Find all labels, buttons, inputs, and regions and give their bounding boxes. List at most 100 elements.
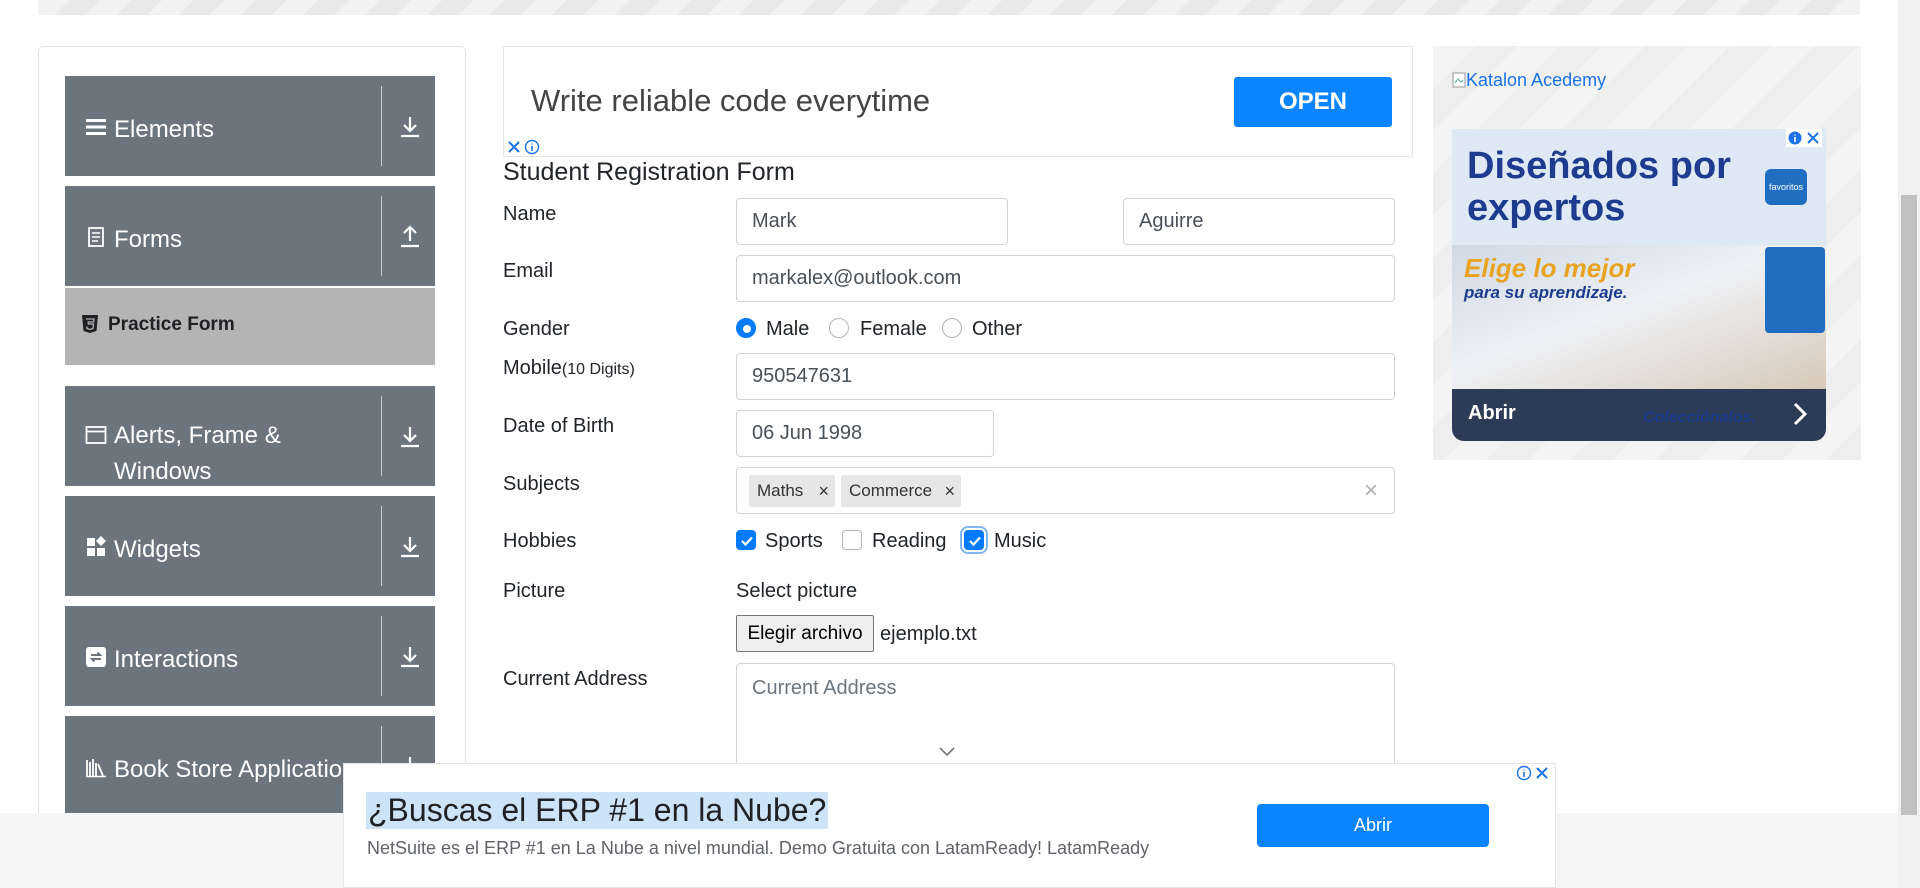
- ad-headline: Write reliable code everytime: [531, 83, 931, 118]
- subject-chip: Maths ×: [749, 475, 835, 507]
- chevron-down-icon: [937, 744, 957, 758]
- sidebar-item-practice-form[interactable]: Practice Form: [65, 288, 435, 365]
- upload-arrow-icon[interactable]: [395, 222, 425, 252]
- ad-choices[interactable]: [1515, 764, 1551, 782]
- remove-chip-icon[interactable]: ×: [944, 475, 955, 507]
- sidebar-group-elements[interactable]: Elements: [65, 76, 435, 176]
- download-arrow-icon[interactable]: [395, 642, 425, 672]
- window-icon: [85, 424, 107, 446]
- scrollbar-thumb[interactable]: [1901, 195, 1917, 815]
- ad-description: NetSuite es el ERP #1 en La Nube a nivel…: [367, 838, 1150, 858]
- hobby-music-label[interactable]: Music: [994, 530, 1046, 553]
- subject-chip: Commerce ×: [841, 475, 961, 507]
- bottom-ad-banner[interactable]: ¿Buscas el ERP #1 en la Nube? NetSuite e…: [343, 763, 1556, 888]
- widgets-icon: [85, 536, 107, 558]
- top-ad-banner[interactable]: Write reliable code everytime OPEN: [503, 46, 1413, 157]
- info-icon[interactable]: [1787, 130, 1803, 146]
- divider: [381, 396, 382, 476]
- email-label: Email: [503, 260, 554, 282]
- chevron-right-icon[interactable]: [1792, 401, 1808, 427]
- subjects-label: Subjects: [503, 473, 580, 495]
- gender-male-label[interactable]: Male: [766, 318, 809, 341]
- ad-cta-bar[interactable]: Abrir Colecciónalos.: [1452, 389, 1826, 441]
- mobile-label-text: Mobile: [503, 357, 562, 379]
- email-input[interactable]: markalex@outlook.com: [736, 255, 1395, 302]
- subject-chip-label: Commerce: [849, 481, 933, 500]
- ad-choices[interactable]: [505, 138, 541, 156]
- mobile-label: Mobile(10 Digits): [503, 357, 635, 380]
- hamburger-icon: [85, 116, 107, 138]
- ad-headline[interactable]: ¿Buscas el ERP #1 en la Nube?: [366, 792, 829, 829]
- subject-chip-label: Maths: [757, 481, 804, 500]
- dob-label: Date of Birth: [503, 415, 615, 437]
- books-icon: [85, 756, 107, 778]
- divider: [381, 196, 382, 276]
- favoritos-logo: favoritos: [1765, 169, 1807, 205]
- katalon-alt-text: Katalon Acedemy: [1466, 70, 1607, 90]
- current-address-label: Current Address: [503, 668, 648, 690]
- sidebar-group-label: Book Store Application: [114, 756, 356, 783]
- ad-subtitle-2: para su aprendizaje.: [1464, 283, 1628, 302]
- divider: [381, 506, 382, 586]
- hobby-music-checkbox[interactable]: [964, 530, 984, 550]
- top-banner: [38, 0, 1860, 15]
- sidebar-group-label: Elements: [114, 116, 215, 143]
- gender-female-label[interactable]: Female: [860, 318, 927, 341]
- sidebar-group-label: Forms: [114, 226, 182, 253]
- gender-label: Gender: [503, 318, 570, 340]
- download-arrow-icon[interactable]: [395, 422, 425, 452]
- last-name-input[interactable]: Aguirre: [1123, 198, 1395, 245]
- sidebar-group-widgets[interactable]: Widgets: [65, 496, 435, 596]
- ad-open-button[interactable]: OPEN: [1234, 77, 1392, 127]
- broken-image-icon: [1452, 72, 1466, 88]
- divider: [381, 86, 382, 166]
- hobby-sports-label[interactable]: Sports: [765, 530, 823, 553]
- mobile-input[interactable]: 950547631: [736, 353, 1395, 400]
- html5-icon: [81, 314, 99, 334]
- hobby-reading-checkbox[interactable]: [842, 530, 862, 550]
- gender-other-radio[interactable]: [942, 318, 962, 338]
- gender-other-label[interactable]: Other: [972, 318, 1022, 341]
- interactions-icon: [85, 646, 107, 668]
- katalon-academy-image[interactable]: Katalon Acedemy: [1452, 70, 1606, 91]
- gender-female-radio[interactable]: [829, 318, 849, 338]
- choose-file-button[interactable]: Elegir archivo: [736, 615, 874, 652]
- name-label: Name: [503, 203, 557, 225]
- sidebar-group-interactions[interactable]: Interactions: [65, 606, 435, 706]
- document-icon: [85, 226, 107, 248]
- ad-open-label[interactable]: Abrir: [1468, 402, 1516, 425]
- download-arrow-icon[interactable]: [395, 532, 425, 562]
- ad-title-line1: Diseñados por: [1467, 145, 1731, 187]
- close-icon[interactable]: [1805, 130, 1821, 146]
- close-icon[interactable]: [506, 139, 522, 155]
- sidebar-group-alerts[interactable]: Alerts, Frame & Windows: [65, 386, 435, 486]
- sidebar-item-label: Practice Form: [108, 314, 235, 335]
- mobile-hint: (10 Digits): [561, 361, 635, 378]
- subjects-input[interactable]: Maths × Commerce × ×: [736, 467, 1395, 514]
- ad-open-button[interactable]: Abrir: [1257, 804, 1489, 847]
- clear-icon[interactable]: ×: [1364, 468, 1378, 513]
- picture-label: Picture: [503, 580, 566, 602]
- hobby-reading-label[interactable]: Reading: [872, 530, 947, 553]
- info-icon[interactable]: [524, 139, 540, 155]
- info-icon[interactable]: [1516, 765, 1532, 781]
- ad-title-line2: expertos: [1467, 187, 1626, 229]
- first-name-input[interactable]: Mark: [736, 198, 1008, 245]
- sidebar-group-forms[interactable]: Forms: [65, 186, 435, 286]
- hobbies-label: Hobbies: [503, 530, 577, 552]
- date-of-birth-input[interactable]: 06 Jun 1998: [736, 410, 994, 457]
- download-arrow-icon[interactable]: [395, 112, 425, 142]
- ad-subtitle: Elige lo mejor: [1464, 253, 1635, 283]
- favoritos-logo-large: [1765, 247, 1825, 333]
- file-name: ejemplo.txt: [880, 623, 977, 645]
- select-picture-label: Select picture: [736, 580, 858, 602]
- hobby-sports-checkbox[interactable]: [736, 530, 756, 550]
- favoritos-ad[interactable]: Diseñados por expertos favoritos Elige l…: [1452, 129, 1826, 441]
- remove-chip-icon[interactable]: ×: [818, 475, 829, 507]
- ad-choices[interactable]: [1786, 129, 1822, 147]
- gender-male-radio[interactable]: [736, 318, 756, 338]
- divider: [381, 616, 382, 696]
- ad-tagline: Colecciónalos.: [1643, 409, 1756, 426]
- current-address-textarea[interactable]: Current Address: [736, 663, 1395, 773]
- close-icon[interactable]: [1534, 765, 1550, 781]
